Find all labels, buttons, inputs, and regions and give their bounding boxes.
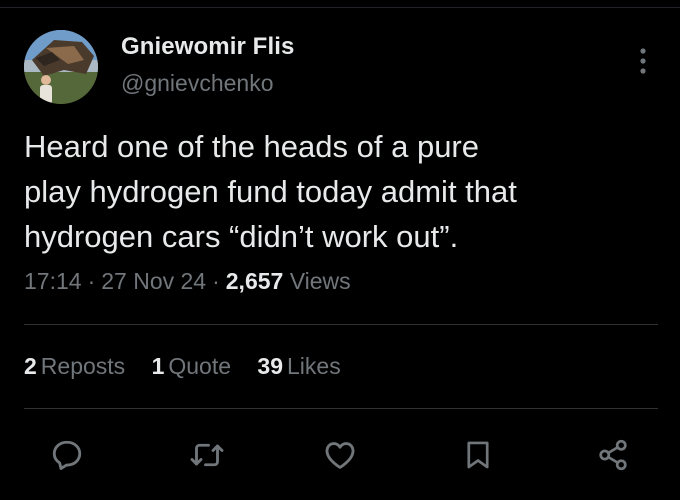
quotes-label: Quote [168,353,232,379]
views-label: Views [289,268,351,294]
reposts-label: Reposts [40,353,126,379]
bookmark-button[interactable] [458,435,498,475]
tweet-date[interactable]: 27 Nov 24 [101,268,206,294]
like-button[interactable] [320,435,360,475]
avatar[interactable] [24,30,98,104]
avatar-image [24,30,98,104]
reposts-stat[interactable]: 2 Reposts [24,353,125,380]
tweet-text: Heard one of the heads of a pure play hy… [24,129,517,254]
views-count: 2,657 [225,268,284,294]
heart-icon [325,442,355,469]
reply-button[interactable] [47,435,87,475]
author-display-name[interactable]: Gniewomir Flis [121,33,294,61]
top-divider [0,7,680,8]
more-options-button[interactable] [628,44,658,78]
author-handle[interactable]: @gnievchenko [121,70,274,97]
action-bar [0,435,680,475]
repost-icon [190,443,224,467]
tweet-meta: 17:14 · 27 Nov 24 · 2,657 Views [24,268,351,295]
tweet-time[interactable]: 17:14 [24,268,82,294]
reposts-count: 2 [24,353,37,379]
bookmark-icon [467,441,489,469]
likes-stat[interactable]: 39 Likes [257,353,340,380]
likes-label: Likes [287,353,341,379]
quotes-count: 1 [151,353,165,379]
share-button[interactable] [593,435,633,475]
likes-count: 39 [257,353,283,379]
meta-divider [24,324,658,325]
reply-icon [52,440,82,470]
quotes-stat[interactable]: 1 Quote [152,353,231,380]
stats-divider [24,408,658,409]
engagement-stats: 2 Reposts 1 Quote 39 Likes [24,353,361,380]
more-vertical-icon [640,48,646,74]
repost-button[interactable] [187,435,227,475]
meta-separator: · [212,268,220,294]
meta-separator: · [87,268,96,294]
share-icon [599,439,627,471]
